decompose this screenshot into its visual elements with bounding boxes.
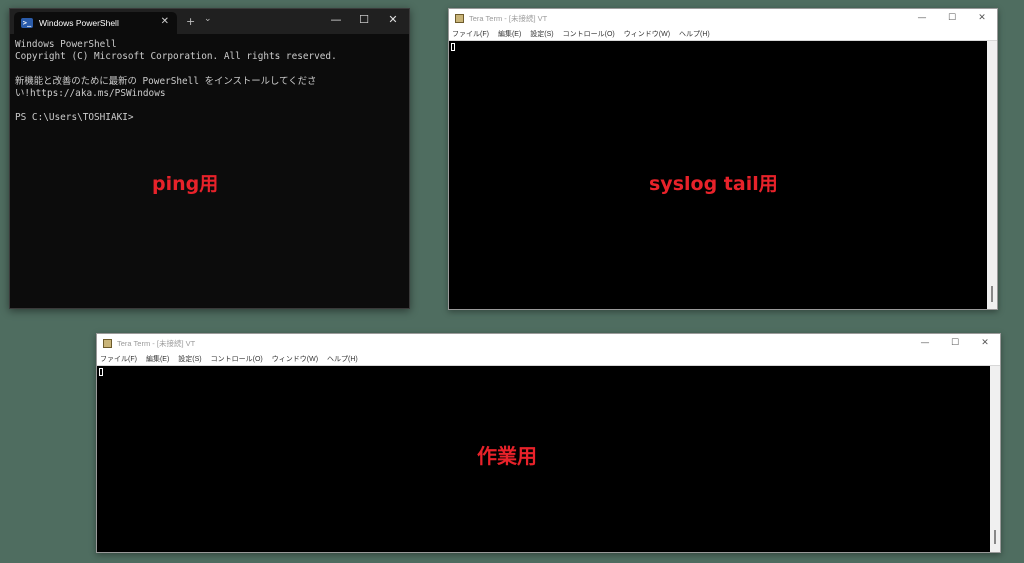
teraterm-window-syslog: Tera Term - [未接続] VT — ☐ ✕ ファイル(F) 編集(E)… — [448, 8, 998, 310]
minimize-button[interactable]: — — [910, 334, 940, 352]
syslog-tail-label: syslog tail用 — [649, 173, 778, 195]
new-tab-button[interactable]: + — [186, 15, 195, 28]
console-line: Copyright (C) Microsoft Corporation. All… — [15, 51, 337, 63]
menu-edit[interactable]: 編集(E) — [498, 29, 521, 39]
work-label: 作業用 — [477, 444, 537, 468]
teraterm-title: Tera Term - [未接続] VT — [469, 13, 548, 23]
close-button[interactable]: ✕ — [970, 334, 1000, 352]
menu-help[interactable]: ヘルプ(H) — [679, 29, 710, 39]
menu-file[interactable]: ファイル(F) — [452, 29, 489, 39]
menu-window[interactable]: ウィンドウ(W) — [624, 29, 670, 39]
teraterm-icon — [103, 338, 112, 348]
teraterm-titlebar: Tera Term - [未接続] VT — ☐ ✕ — [449, 9, 997, 27]
console-prompt: PS C:\Users\TOSHIAKI> — [15, 112, 134, 124]
powershell-window: >_ Windows PowerShell ✕ + ⌄ — ☐ ✕ Window… — [9, 8, 410, 309]
console-line: Windows PowerShell — [15, 39, 117, 50]
menu-setup[interactable]: 設定(S) — [178, 354, 201, 364]
powershell-icon: >_ — [21, 18, 33, 28]
text-cursor — [451, 43, 455, 51]
maximize-button[interactable]: ☐ — [940, 334, 970, 352]
maximize-button[interactable]: ☐ — [356, 13, 372, 26]
menu-file[interactable]: ファイル(F) — [100, 354, 137, 364]
teraterm-menubar: ファイル(F) 編集(E) 設定(S) コントロール(O) ウィンドウ(W) ヘ… — [449, 27, 997, 41]
menu-control[interactable]: コントロール(O) — [563, 29, 615, 39]
close-button[interactable]: ✕ — [967, 9, 997, 27]
ping-label: ping用 — [152, 173, 219, 195]
menu-help[interactable]: ヘルプ(H) — [327, 354, 358, 364]
menu-edit[interactable]: 編集(E) — [146, 354, 169, 364]
close-button[interactable]: ✕ — [385, 13, 401, 26]
teraterm-menubar: ファイル(F) 編集(E) 設定(S) コントロール(O) ウィンドウ(W) ヘ… — [97, 352, 1000, 366]
text-cursor — [99, 368, 103, 376]
console-line: い!https://aka.ms/PSWindows — [15, 87, 166, 99]
scrollbar-thumb[interactable] — [994, 530, 996, 544]
scrollbar-thumb[interactable] — [991, 286, 993, 302]
minimize-button[interactable]: — — [907, 9, 937, 27]
teraterm-title: Tera Term - [未接続] VT — [117, 338, 196, 348]
minimize-button[interactable]: — — [328, 13, 344, 26]
teraterm-window-work: Tera Term - [未接続] VT — ☐ ✕ ファイル(F) 編集(E)… — [96, 333, 1001, 553]
powershell-tab-title: Windows PowerShell — [39, 18, 119, 28]
teraterm-terminal[interactable] — [97, 366, 990, 552]
teraterm-titlebar: Tera Term - [未接続] VT — ☐ ✕ — [97, 334, 1000, 352]
powershell-tab[interactable]: >_ Windows PowerShell ✕ — [14, 12, 177, 34]
desktop: >_ Windows PowerShell ✕ + ⌄ — ☐ ✕ Window… — [0, 0, 1024, 563]
console-line: 新機能と改善のために最新の PowerShell をインストールしてくださ — [15, 75, 317, 87]
menu-setup[interactable]: 設定(S) — [530, 29, 553, 39]
menu-control[interactable]: コントロール(O) — [211, 354, 263, 364]
scrollbar[interactable] — [987, 41, 997, 309]
teraterm-icon — [455, 13, 464, 23]
chevron-down-icon[interactable]: ⌄ — [204, 14, 212, 24]
powershell-console[interactable]: Windows PowerShell Copyright (C) Microso… — [10, 34, 409, 129]
close-tab-icon[interactable]: ✕ — [161, 16, 169, 27]
scrollbar[interactable] — [990, 366, 1000, 552]
maximize-button[interactable]: ☐ — [937, 9, 967, 27]
menu-window[interactable]: ウィンドウ(W) — [272, 354, 318, 364]
powershell-tabbar: >_ Windows PowerShell ✕ + ⌄ — ☐ ✕ — [10, 9, 409, 34]
